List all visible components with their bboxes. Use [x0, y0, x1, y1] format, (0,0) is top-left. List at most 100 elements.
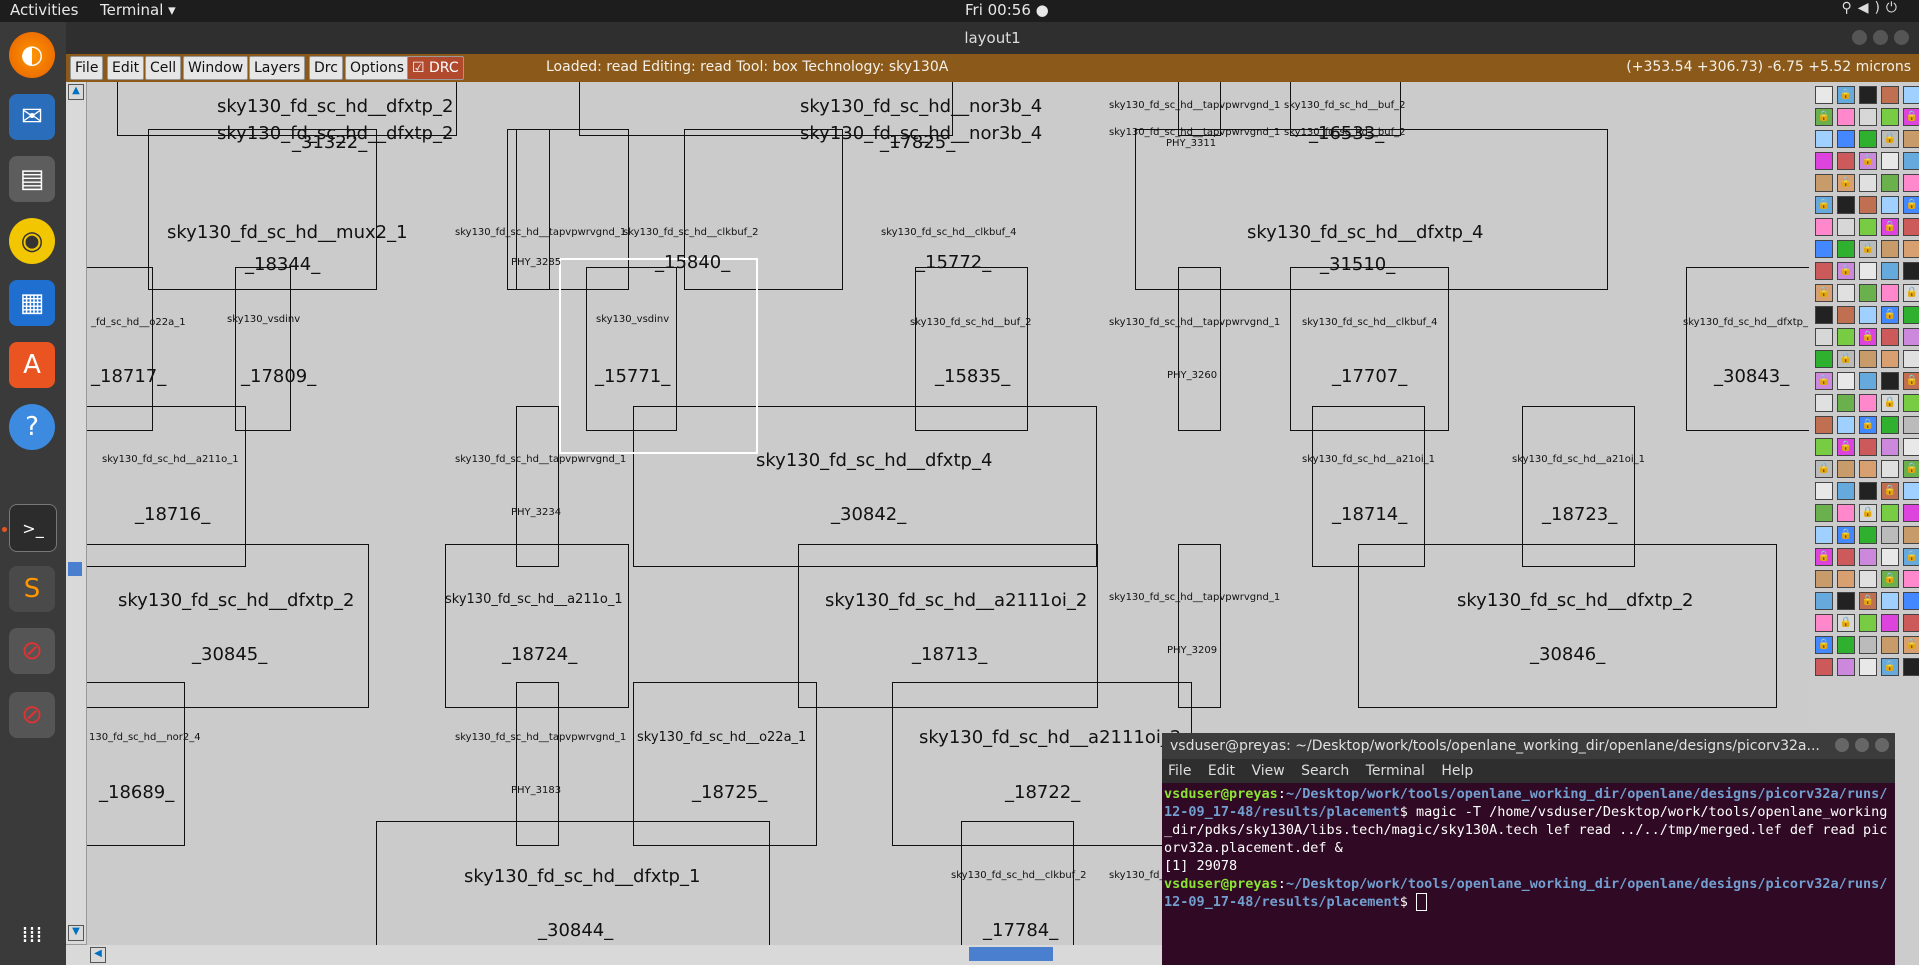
layer-swatch[interactable]: 🔒: [1815, 372, 1833, 390]
layer-swatch[interactable]: 🔒: [1859, 152, 1877, 170]
layer-swatch[interactable]: [1881, 438, 1899, 456]
horizontal-scroll-thumb[interactable]: [969, 947, 1053, 961]
layer-swatch[interactable]: 🔒: [1815, 108, 1833, 126]
layer-swatch[interactable]: [1881, 240, 1899, 258]
layer-swatch[interactable]: [1837, 658, 1855, 676]
layer-swatch[interactable]: [1837, 482, 1855, 500]
layer-swatch[interactable]: [1837, 108, 1855, 126]
layer-swatch[interactable]: 🔒: [1881, 130, 1899, 148]
system-tray-icons[interactable]: ⚲◀)⏻: [1841, 0, 1903, 16]
menu-window[interactable]: Window: [183, 56, 249, 80]
layer-swatch[interactable]: [1837, 196, 1855, 214]
cell-box[interactable]: [516, 406, 559, 567]
layer-swatch[interactable]: [1903, 86, 1919, 104]
layer-swatch[interactable]: [1837, 306, 1855, 324]
layer-swatch[interactable]: 🔒: [1859, 240, 1877, 258]
layer-swatch[interactable]: [1859, 174, 1877, 192]
layer-swatch[interactable]: 🔒: [1815, 636, 1833, 654]
app-menu[interactable]: Terminal ▾: [100, 1, 176, 19]
close-icon[interactable]: [1894, 30, 1909, 45]
layer-swatch[interactable]: [1815, 218, 1833, 236]
thunderbird-icon[interactable]: ✉: [9, 94, 55, 140]
layer-swatch[interactable]: [1903, 328, 1919, 346]
layer-swatch[interactable]: [1881, 460, 1899, 478]
layer-swatch[interactable]: [1881, 86, 1899, 104]
layer-swatch[interactable]: 🔒: [1837, 614, 1855, 632]
layer-swatch[interactable]: 🔒: [1903, 372, 1919, 390]
sublime-icon[interactable]: S: [9, 566, 55, 612]
layer-swatch[interactable]: [1903, 240, 1919, 258]
layer-swatch[interactable]: [1837, 328, 1855, 346]
layer-swatch[interactable]: 🔒: [1903, 636, 1919, 654]
layer-swatch[interactable]: 🔒: [1859, 592, 1877, 610]
menu-drc[interactable]: Drc: [309, 56, 343, 80]
show-apps-icon[interactable]: ⁞⁞⁞: [9, 912, 55, 958]
layer-swatch[interactable]: [1859, 218, 1877, 236]
layer-swatch[interactable]: 🔒: [1815, 460, 1833, 478]
layer-swatch[interactable]: [1903, 218, 1919, 236]
layer-swatch[interactable]: [1881, 108, 1899, 126]
cell-box[interactable]: [87, 682, 185, 846]
cell-box[interactable]: [1522, 406, 1635, 567]
layer-swatch[interactable]: [1859, 614, 1877, 632]
drc-toggle[interactable]: ☑ DRC: [407, 56, 464, 80]
layer-swatch[interactable]: 🔒: [1903, 196, 1919, 214]
layer-swatch[interactable]: [1859, 636, 1877, 654]
layer-swatch[interactable]: [1881, 526, 1899, 544]
terminal-title-bar[interactable]: vsduser@preyas: ~/Desktop/work/tools/ope…: [1162, 733, 1895, 759]
cell-box[interactable]: [87, 406, 246, 567]
cell-box[interactable]: [1686, 267, 1809, 431]
layer-swatch[interactable]: 🔒: [1815, 196, 1833, 214]
layer-swatch[interactable]: [1859, 482, 1877, 500]
layer-swatch[interactable]: [1815, 504, 1833, 522]
layer-swatch[interactable]: 🔒: [1881, 570, 1899, 588]
layer-swatch[interactable]: [1837, 284, 1855, 302]
layer-swatch[interactable]: [1837, 218, 1855, 236]
layer-swatch[interactable]: [1859, 262, 1877, 280]
layer-swatch[interactable]: [1903, 350, 1919, 368]
terminal-menu-view[interactable]: View: [1251, 763, 1284, 779]
layer-swatch[interactable]: [1881, 284, 1899, 302]
layer-swatch[interactable]: [1815, 570, 1833, 588]
layer-swatch[interactable]: 🔒: [1859, 504, 1877, 522]
menu-edit[interactable]: Edit: [107, 56, 145, 80]
layer-swatch[interactable]: [1837, 394, 1855, 412]
menu-file[interactable]: File: [70, 56, 104, 80]
layer-swatch[interactable]: [1903, 482, 1919, 500]
layer-swatch[interactable]: 🔒: [1815, 548, 1833, 566]
software-icon[interactable]: A: [9, 342, 55, 388]
layer-swatch[interactable]: [1859, 196, 1877, 214]
layer-swatch[interactable]: [1903, 174, 1919, 192]
layer-swatch[interactable]: [1881, 262, 1899, 280]
scroll-up-icon[interactable]: ▲: [68, 84, 84, 100]
menu-layers[interactable]: Layers: [249, 56, 306, 80]
layer-swatch[interactable]: [1859, 130, 1877, 148]
clock[interactable]: Fri 00:56 ●: [965, 1, 1049, 19]
scroll-down-icon[interactable]: ▼: [68, 925, 84, 941]
layer-swatch[interactable]: 🔒: [1903, 460, 1919, 478]
scroll-left-icon[interactable]: ◀: [90, 947, 106, 963]
layer-swatch[interactable]: [1837, 592, 1855, 610]
layer-swatch[interactable]: [1903, 614, 1919, 632]
layer-swatch[interactable]: 🔒: [1837, 350, 1855, 368]
firefox-icon[interactable]: ◐: [9, 32, 55, 78]
layer-swatch[interactable]: [1903, 394, 1919, 412]
layer-swatch[interactable]: [1837, 570, 1855, 588]
layer-swatch[interactable]: [1859, 570, 1877, 588]
layer-swatch[interactable]: 🔒: [1859, 328, 1877, 346]
cell-box[interactable]: [1358, 544, 1777, 708]
layer-swatch[interactable]: [1815, 438, 1833, 456]
terminal-menu-terminal[interactable]: Terminal: [1366, 763, 1425, 779]
layer-swatch[interactable]: [1859, 284, 1877, 302]
layer-swatch[interactable]: 🔒: [1837, 262, 1855, 280]
layer-swatch[interactable]: [1815, 306, 1833, 324]
rhythmbox-icon[interactable]: ◉: [9, 218, 55, 264]
layer-swatch[interactable]: [1837, 372, 1855, 390]
cell-box[interactable]: [1312, 406, 1425, 567]
layer-swatch[interactable]: [1815, 658, 1833, 676]
layer-swatch[interactable]: 🔒: [1881, 306, 1899, 324]
layer-swatch[interactable]: [1881, 328, 1899, 346]
layer-swatch[interactable]: 🔒: [1837, 526, 1855, 544]
layer-swatch[interactable]: [1837, 504, 1855, 522]
layer-swatch[interactable]: [1881, 350, 1899, 368]
